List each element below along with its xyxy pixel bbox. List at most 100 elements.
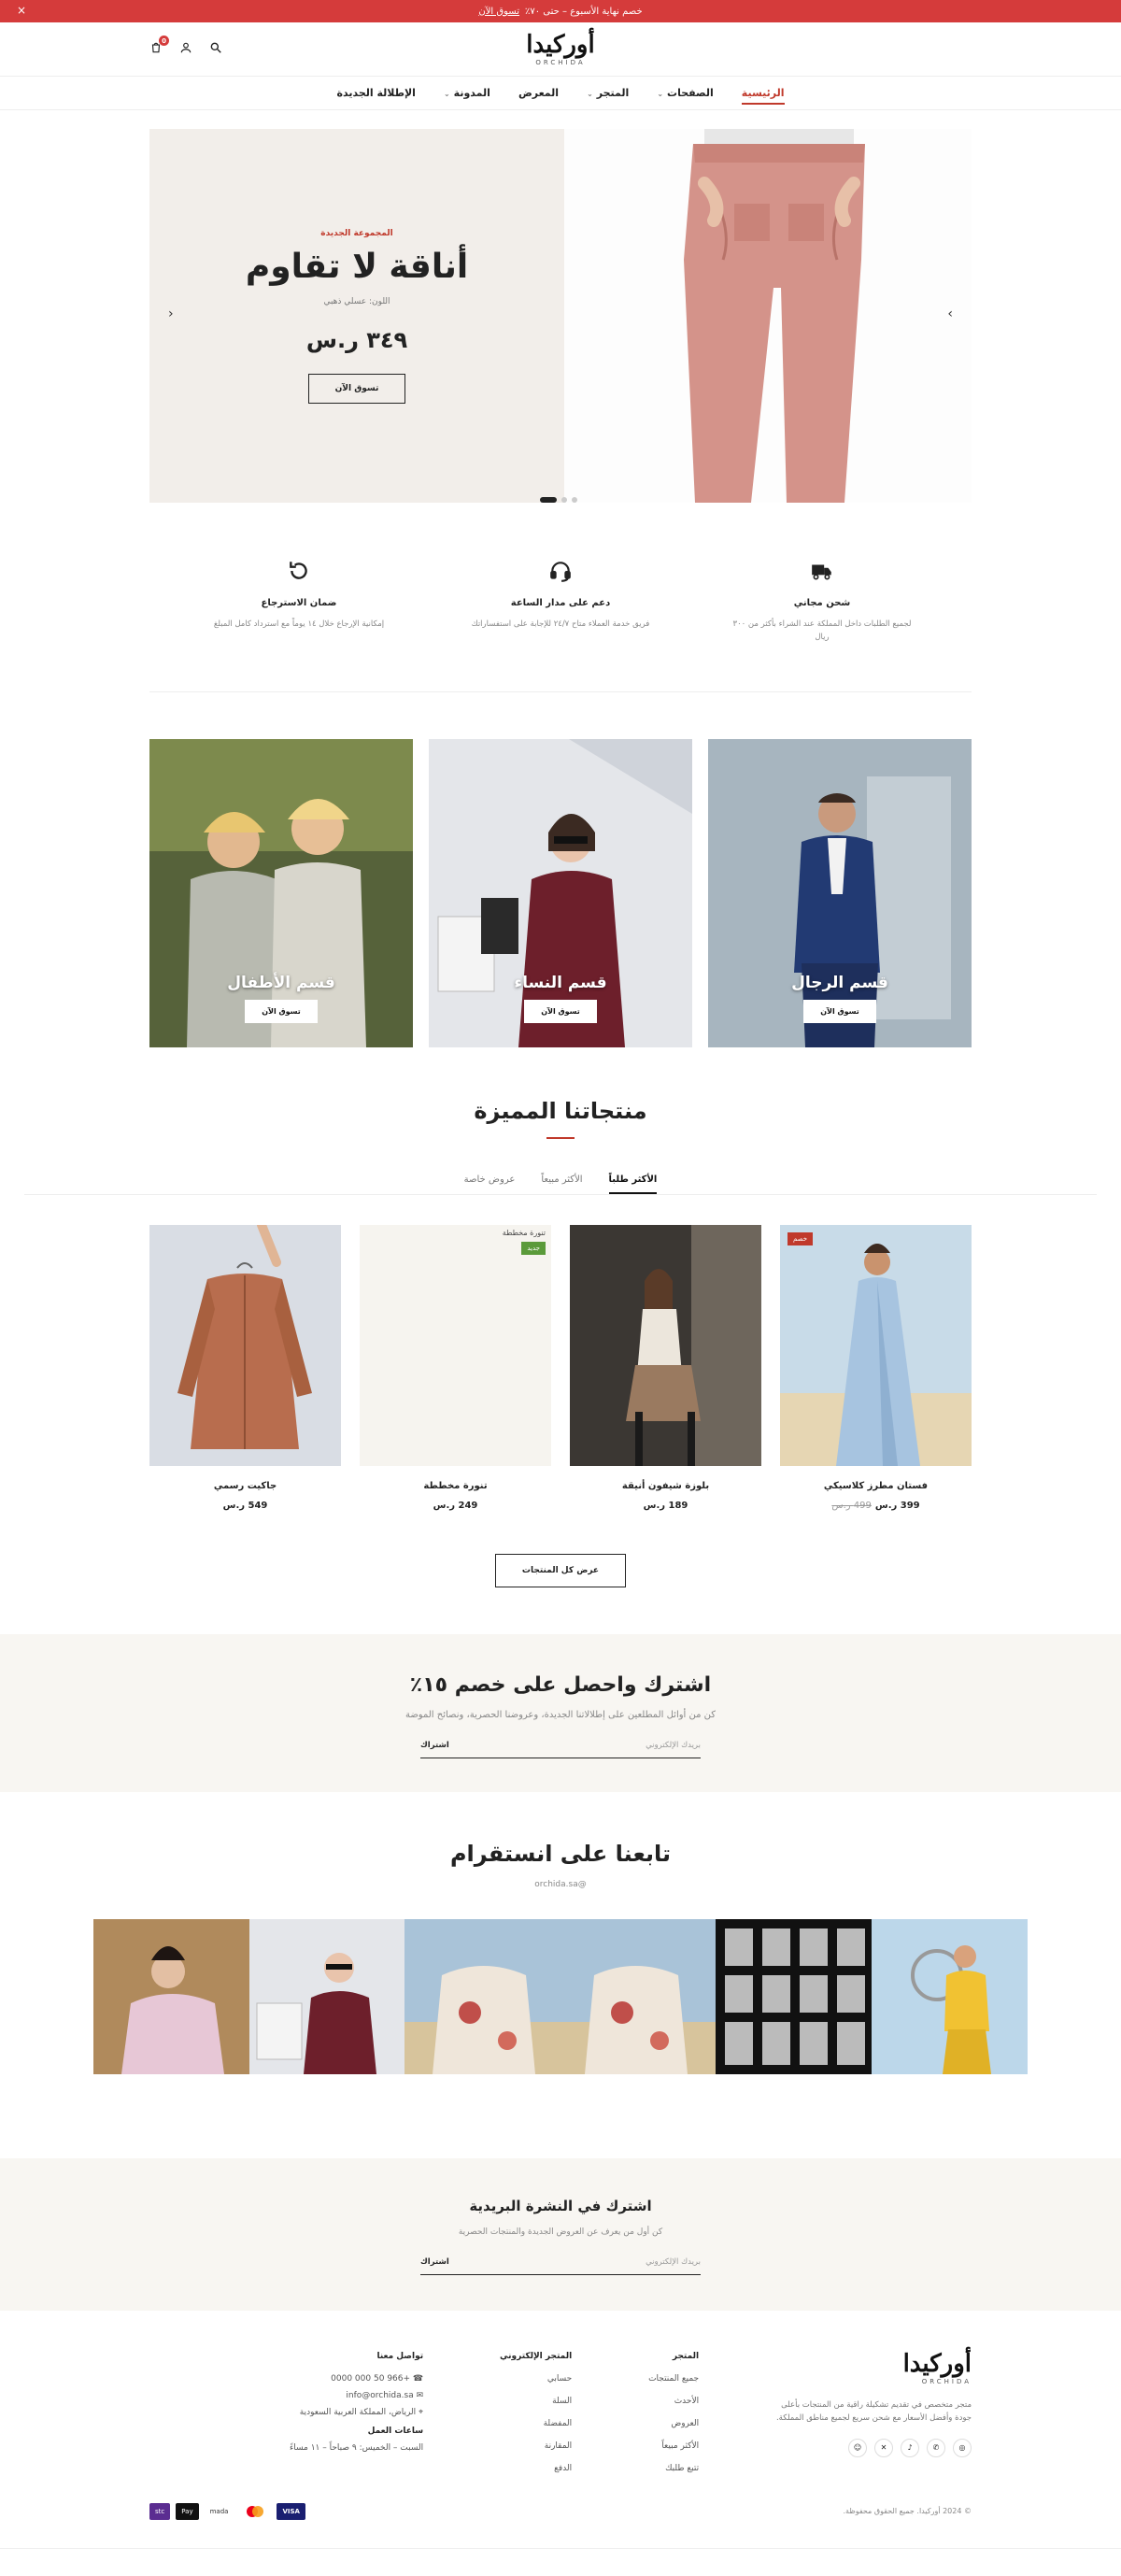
product-card[interactable]: بلوزة شيفون أنيقة 189 ر.س [570, 1224, 761, 1511]
footer-logo[interactable]: أوركيدا ORCHIDA [775, 2352, 972, 2385]
footer-link[interactable]: الدفع [500, 2464, 572, 2473]
discount-subscribe-section: اشترك واحصل على خصم ١٥٪ كن من أوائل المط… [0, 1633, 1121, 1792]
mada-icon: mada [209, 2507, 229, 2515]
footer-link[interactable]: تتبع طلبك [648, 2464, 699, 2473]
title-underline [546, 1136, 575, 1139]
logo-text-en: ORCHIDA [921, 2377, 972, 2385]
footer-email[interactable]: ✉ info@orchida.sa [290, 2391, 423, 2400]
footer-link[interactable]: جميع المنتجات [648, 2374, 699, 2384]
category-kids[interactable]: قسم الأطفال تسوق الآن [149, 738, 413, 1047]
product-image[interactable]: خصم [780, 1224, 972, 1466]
footer-link[interactable]: حسابي [500, 2374, 572, 2384]
footer-link[interactable]: المفضلة [500, 2419, 573, 2428]
category-women[interactable]: قسم النساء تسوق الآن [429, 738, 692, 1047]
category-button[interactable]: تسوق الآن [524, 999, 597, 1023]
product-price: 189 ر.س [643, 1500, 688, 1511]
product-card[interactable]: تنورة مخططة جديد تنورة مخططة 249 ر.س [360, 1224, 551, 1511]
payment-methods: stc Pay mada VISA [149, 2502, 305, 2520]
announcement-text: خصم نهاية الأسبوع – حتى ٧٠٪ [525, 6, 643, 17]
product-grid: خصم فستان مطرز كلاسيكي 399 ر.س499 ر.س بل… [149, 1224, 972, 1511]
feature-title: دعم على مدار الساعة [510, 598, 611, 608]
new-badge: جديد [521, 1241, 546, 1255]
product-price: 249 ر.س [433, 1500, 478, 1511]
snapchat-icon[interactable]: ☺ [848, 2438, 867, 2457]
close-icon[interactable]: × [17, 4, 26, 17]
product-image[interactable]: تنورة مخططة جديد [360, 1224, 551, 1466]
category-men[interactable]: قسم الرجال تسوق الآن [708, 738, 972, 1047]
product-image[interactable] [149, 1224, 341, 1466]
slider-dot[interactable] [561, 497, 567, 503]
nav-pages-label: الصفحات [667, 87, 714, 99]
cart-icon[interactable]: 0 [149, 36, 169, 58]
product-image[interactable] [570, 1224, 761, 1466]
category-button[interactable]: تسوق الآن [803, 999, 876, 1023]
instagram-photo[interactable] [716, 1918, 872, 2074]
announcement-bar: × خصم نهاية الأسبوع – حتى ٧٠٪ تسوق الآن [0, 0, 1121, 22]
chevron-left-icon[interactable]: ‹ [168, 306, 174, 321]
footer-column-title: تواصل معنا [376, 2351, 424, 2361]
product-card[interactable]: خصم فستان مطرز كلاسيكي 399 ر.س499 ر.س [780, 1224, 972, 1511]
hero-tag: المجموعة الجديدة [320, 228, 393, 238]
instagram-photo[interactable] [93, 1918, 249, 2074]
featured-products: منتجاتنا المميزة الأكثر طلباً الأكثر مبي… [0, 1098, 1121, 1587]
nav-pages[interactable]: الصفحات⌄ [657, 79, 713, 107]
email-input[interactable]: بريدك الإلكتروني [646, 1741, 701, 1750]
product-card[interactable]: جاكيت رسمي 549 ر.س [149, 1224, 341, 1511]
nav-gallery[interactable]: المعرض [518, 79, 559, 107]
footer-link[interactable]: المقارنة [500, 2441, 572, 2451]
nav-new-look[interactable]: الإطلالة الجديدة [336, 79, 415, 107]
tab-most-requested[interactable]: الأكثر طلباً [608, 1167, 658, 1194]
instagram-icon[interactable]: ◎ [953, 2438, 972, 2457]
sale-badge: خصم [788, 1231, 814, 1245]
announcement-link[interactable]: تسوق الآن [478, 7, 519, 17]
product-tabs: الأكثر طلباً الأكثر مبيعاً عروض خاصة [24, 1167, 1097, 1195]
footer-phone[interactable]: ☎ +966 50 000 0000 [290, 2374, 423, 2384]
tiktok-icon[interactable]: ♪ [901, 2438, 919, 2457]
user-icon[interactable] [179, 41, 192, 58]
tab-special-offers[interactable]: عروض خاصة [464, 1167, 516, 1194]
hero-title: أناقة لا تقاوم [245, 247, 469, 286]
product-name[interactable]: جاكيت رسمي [149, 1481, 341, 1491]
search-icon[interactable] [209, 41, 222, 58]
broken-image-alt: تنورة مخططة [502, 1228, 546, 1237]
site-logo[interactable]: أوركيدا ORCHIDA [526, 33, 594, 66]
slider-dot[interactable] [540, 497, 557, 503]
product-name[interactable]: فستان مطرز كلاسيكي [780, 1481, 972, 1491]
product-name[interactable]: تنورة مخططة [360, 1481, 551, 1491]
slider-dot[interactable] [572, 497, 577, 503]
newsletter-button[interactable]: اشتراك [420, 2257, 449, 2267]
footer-link[interactable]: العروض [648, 2419, 699, 2428]
hero-shop-button[interactable]: تسوق الآن [307, 373, 406, 404]
instagram-photo[interactable] [248, 1918, 405, 2074]
subscribe-form: بريدك الإلكتروني اشتراك [420, 1741, 701, 1758]
product-old-price: 499 ر.س [831, 1500, 872, 1511]
tab-best-selling[interactable]: الأكثر مبيعاً [541, 1167, 582, 1194]
x-icon[interactable]: ✕ [874, 2438, 893, 2457]
nav-home[interactable]: الرئيسية [741, 79, 785, 107]
footer-link[interactable]: الأكثر مبيعاً [648, 2441, 699, 2451]
product-name[interactable]: بلوزة شيفون أنيقة [570, 1481, 761, 1491]
nav-shop[interactable]: المتجر⌄ [587, 79, 629, 107]
newsletter-email-input[interactable]: بريدك الإلكتروني [646, 2257, 701, 2267]
copyright: © 2024 أوركيدا. جميع الحقوق محفوظة. [843, 2507, 972, 2516]
footer-store-column: المتجر جميع المنتجات الأحدث العروض الأكث… [648, 2352, 699, 2486]
instagram-handle[interactable]: @orchida.sa [0, 1880, 1121, 1889]
footer-account-column: المتجر الإلكتروني حسابي السلة المفضلة ال… [500, 2352, 572, 2486]
main-nav: الرئيسية الصفحات⌄ المتجر⌄ المعرض المدونة… [0, 77, 1121, 110]
view-all-button[interactable]: عرض كل المنتجات [494, 1553, 627, 1587]
feature-text: فريق خدمة العملاء متاح ٢٤/٧ للإجابة على … [471, 619, 650, 629]
nav-blog[interactable]: المدونة⌄ [444, 79, 490, 107]
chevron-right-icon[interactable]: › [947, 306, 953, 321]
subscribe-button[interactable]: اشتراك [420, 1741, 449, 1750]
instagram-photo[interactable] [560, 1918, 717, 2074]
subscribe-text: كن من أوائل المطلعين على إطلالاتنا الجدي… [404, 1709, 717, 1720]
site-footer: أوركيدا ORCHIDA متجر متخصص في تقديم تشكي… [0, 2311, 1121, 2549]
instagram-photo[interactable] [871, 1918, 1028, 2074]
footer-link[interactable]: السلة [500, 2397, 572, 2406]
instagram-photo[interactable] [404, 1918, 560, 2074]
category-button[interactable]: تسوق الآن [245, 999, 318, 1023]
whatsapp-icon[interactable]: ✆ [927, 2438, 945, 2457]
mail-icon: ✉ [413, 2390, 424, 2400]
category-label: قسم الرجال تسوق الآن [708, 974, 972, 1023]
footer-link[interactable]: الأحدث [648, 2397, 699, 2406]
